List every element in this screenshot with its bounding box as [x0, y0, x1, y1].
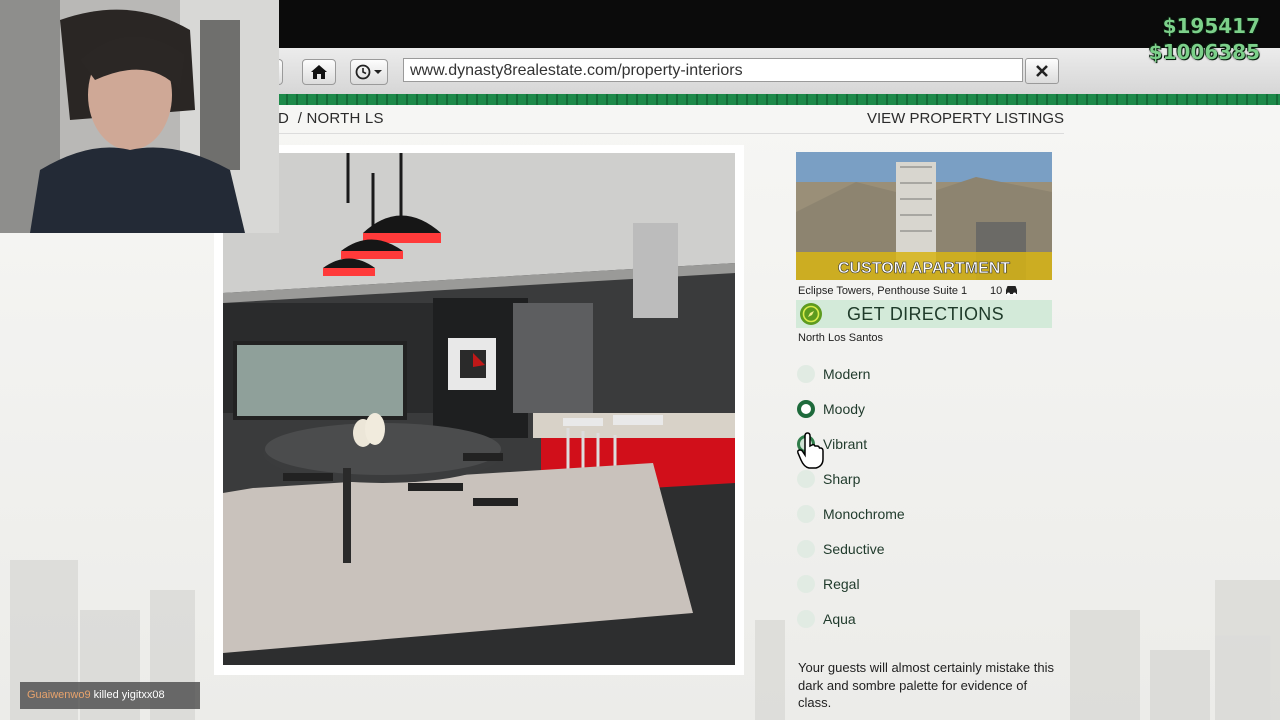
browser-toolbar: www.dynasty8realestate.com/property-inte…	[270, 48, 1280, 95]
garage-count: 10	[990, 285, 1003, 297]
radio-regal[interactable]	[797, 575, 815, 593]
view-property-listings-link[interactable]: VIEW PROPERTY LISTINGS	[867, 110, 1064, 127]
radio-modern[interactable]	[797, 365, 815, 383]
car-icon	[1006, 286, 1017, 296]
history-button[interactable]	[350, 59, 388, 85]
style-option-modern[interactable]: Modern	[796, 361, 996, 387]
interior-preview-image	[223, 153, 735, 665]
style-option-moody[interactable]: Moody	[796, 396, 996, 422]
address-bar[interactable]: www.dynasty8realestate.com/property-inte…	[403, 58, 1023, 82]
style-label-vibrant: Vibrant	[823, 436, 868, 452]
victim-name: yigitxx08	[121, 689, 165, 701]
style-option-seductive[interactable]: Seductive	[796, 536, 996, 562]
radio-aqua[interactable]	[797, 610, 815, 628]
radio-moody[interactable]	[797, 400, 815, 418]
custom-apartment-photo: CUSTOM APARTMENT	[796, 152, 1052, 280]
radio-monochrome[interactable]	[797, 505, 815, 523]
compass-icon	[800, 303, 822, 325]
style-label-modern: Modern	[823, 366, 871, 382]
style-label-seductive: Seductive	[823, 541, 885, 557]
style-option-monochrome[interactable]: Monochrome	[796, 501, 996, 527]
radio-seductive[interactable]	[797, 540, 815, 558]
style-label-regal: Regal	[823, 576, 860, 592]
close-icon	[1036, 65, 1048, 77]
style-label-monochrome: Monochrome	[823, 506, 905, 522]
kill-feed-notification: Guaiwenwo9 killed yigitxx08	[20, 682, 200, 709]
history-clock-icon	[355, 64, 382, 80]
style-option-sharp[interactable]: Sharp	[796, 466, 996, 492]
style-option-vibrant[interactable]: Vibrant	[796, 431, 996, 457]
header-divider	[278, 133, 1064, 134]
property-name: Eclipse Towers, Penthouse Suite 1	[798, 285, 968, 297]
site-header-stripe	[278, 94, 1280, 105]
bank-balance: $1006385	[1148, 40, 1260, 64]
style-label-sharp: Sharp	[823, 471, 861, 487]
get-directions-button[interactable]: GET DIRECTIONS	[796, 300, 1052, 328]
home-button[interactable]	[302, 59, 336, 85]
breadcrumb[interactable]: D / NORTH LS	[278, 110, 384, 127]
style-label-aqua: Aqua	[823, 611, 856, 627]
style-label-moody: Moody	[823, 401, 866, 417]
get-directions-label: GET DIRECTIONS	[847, 303, 1004, 324]
style-option-aqua[interactable]: Aqua	[796, 606, 996, 632]
style-option-regal[interactable]: Regal	[796, 571, 996, 597]
cash-balance: $195417	[1162, 14, 1260, 38]
hand-cursor-icon	[797, 432, 824, 469]
home-icon	[311, 65, 327, 79]
close-button[interactable]	[1025, 58, 1059, 84]
custom-apartment-banner: CUSTOM APARTMENT	[838, 260, 1010, 277]
style-description: Your guests will almost certainly mistak…	[798, 660, 1055, 710]
radio-sharp[interactable]	[797, 470, 815, 488]
area-label: North Los Santos	[798, 332, 883, 344]
killer-name: Guaiwenwo9	[27, 689, 91, 701]
webcam-overlay	[0, 0, 279, 233]
kill-action: killed	[93, 689, 119, 701]
